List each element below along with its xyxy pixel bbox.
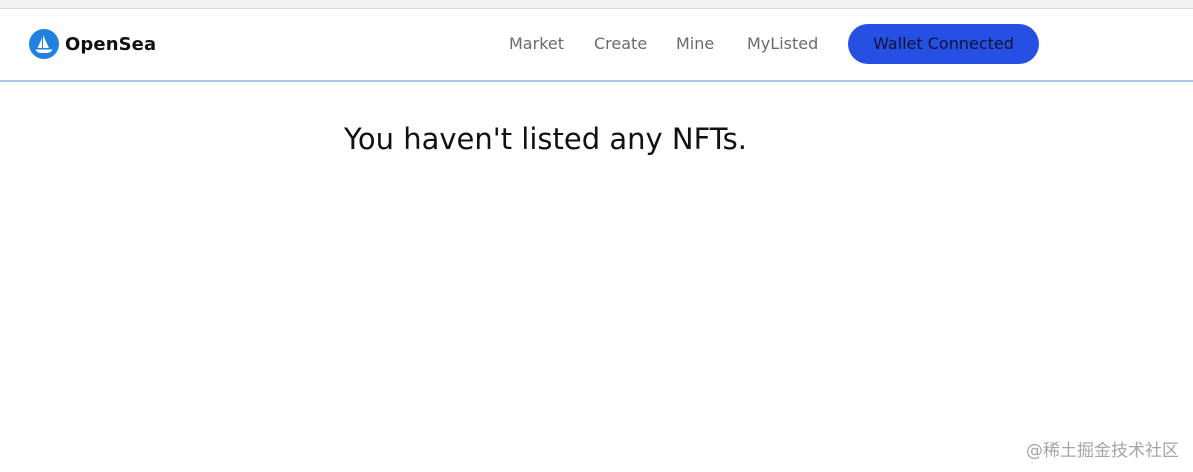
wallet-connected-button[interactable]: Wallet Connected (848, 24, 1039, 64)
brand[interactable]: OpenSea (29, 29, 156, 59)
nav-link-create[interactable]: Create (594, 34, 647, 54)
nav-link-mylisted[interactable]: MyListed (747, 34, 818, 54)
nav-link-mine[interactable]: Mine (676, 34, 714, 54)
watermark: @稀土掘金技术社区 (1026, 441, 1179, 461)
top-navbar: OpenSea Market Create Mine MyListed Wall… (0, 9, 1193, 82)
opensea-logo-icon (29, 29, 59, 59)
nav-link-market[interactable]: Market (509, 34, 564, 54)
brand-name: OpenSea (65, 33, 157, 55)
empty-listings-message: You haven't listed any NFTs. (344, 122, 747, 156)
browser-top-strip (0, 0, 1193, 9)
